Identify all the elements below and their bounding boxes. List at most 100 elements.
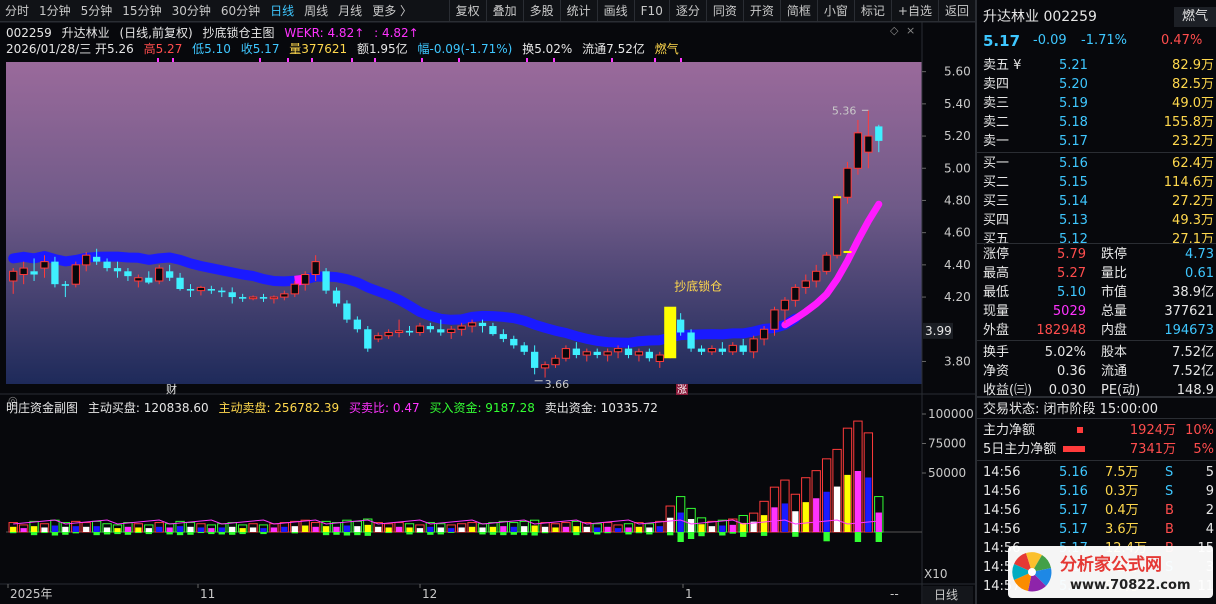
candle[interactable] (843, 161, 852, 204)
change-label: 幅-0.09(-1.71%) (417, 42, 513, 56)
candle[interactable] (687, 329, 695, 352)
stat-value-2: 38.9亿 (1172, 285, 1214, 300)
volume-bar (863, 432, 874, 533)
high-label: 高5.27 (143, 42, 183, 56)
price-tick-label: 4.40 (944, 258, 971, 272)
bid-row: 买三 5.14 27.2万 (977, 192, 1216, 211)
ask-price: 5.18 (1059, 115, 1088, 130)
tick-row: 14:56 5.16 0.3万 S 9 (977, 482, 1216, 501)
panel-sector-tag[interactable]: 燃气 (1173, 7, 1216, 27)
toolbar-button-12[interactable]: +自选 (890, 0, 938, 22)
volume-bar (540, 522, 550, 534)
signal-label: 抄底锁仓 (674, 279, 722, 294)
toolbar-button-11[interactable]: 标记 (853, 0, 891, 22)
ask-price: 5.17 (1059, 134, 1088, 149)
volume-bar (383, 523, 394, 534)
candle[interactable] (343, 300, 351, 323)
volume-bar (39, 523, 50, 534)
volume-bar (456, 523, 467, 533)
toolbar-button-5[interactable]: F10 (633, 0, 669, 22)
period-tab-8[interactable]: 月线 (333, 0, 367, 22)
tick-price: 5.16 (1059, 465, 1088, 480)
flow-pct: 10% (1185, 423, 1214, 438)
price-tick-label: 4.60 (944, 226, 971, 240)
max-price-label: 5.36 (832, 104, 857, 117)
tick-volume: 0.4万 (1105, 503, 1139, 518)
stat-label-2: 内盘 (1101, 323, 1128, 338)
candle[interactable] (71, 261, 80, 288)
toolbar-button-3[interactable]: 统计 (559, 0, 597, 22)
toolbar-button-9[interactable]: 简框 (779, 0, 817, 22)
toolbar-button-6[interactable]: 逐分 (668, 0, 706, 22)
pinwheel-icon (1012, 552, 1052, 592)
stat-value: 5.27 (1057, 266, 1086, 281)
candle[interactable] (822, 251, 831, 275)
period-tab-7[interactable]: 周线 (299, 0, 333, 22)
bid-price: 5.14 (1059, 194, 1088, 209)
low-label: 低5.10 (192, 42, 231, 56)
period-tab-0[interactable]: 分时 (0, 0, 34, 22)
sub-chart-title[interactable]: 明庄资金副图 (6, 401, 78, 415)
period-tab-5[interactable]: 60分钟 (216, 0, 265, 22)
candle[interactable] (364, 326, 372, 352)
toolbar-button-2[interactable]: 多股 (522, 0, 560, 22)
stat-row: 外盘 182948 内盘 194673 (977, 321, 1216, 340)
volume-bar (133, 523, 144, 534)
panel-close-icon[interactable]: × (906, 24, 915, 37)
volume-bar (258, 524, 269, 535)
stock-name: 升达林业 (61, 26, 110, 40)
indicator-name[interactable]: 抄底锁仓主图 (203, 26, 275, 40)
x-axis-end: -- (890, 587, 899, 601)
volume-bar (290, 520, 300, 534)
ask-row: 卖五 ¥ 5.21 82.9万 (977, 56, 1216, 75)
period-tab-3[interactable]: 15分钟 (117, 0, 166, 22)
top-signal-mark (351, 58, 353, 62)
volume-bar (206, 524, 217, 535)
panel-price: 5.17 (983, 32, 1021, 50)
volume-bar (550, 523, 561, 533)
stat-label-2: 量比 (1101, 266, 1128, 281)
ohlc-line: 2026/01/28/三 开5.26 高5.27 低5.10 收5.17 量37… (6, 40, 685, 57)
candle[interactable] (155, 264, 164, 285)
date-label: 2026/01/28/三 (6, 42, 92, 56)
volume-bar (154, 522, 164, 533)
ask-price: 5.21 (1059, 58, 1088, 73)
volume-bar (801, 477, 811, 533)
candle[interactable] (832, 194, 842, 259)
volume-bar (144, 524, 154, 535)
logo-title: 分析家公式网 (1060, 554, 1162, 575)
candle[interactable] (322, 268, 330, 294)
panel-title: 升达林业 002259 燃气 (977, 5, 1216, 29)
toolbar-button-13[interactable]: 返回 (937, 0, 975, 22)
ask-price: 5.20 (1059, 77, 1088, 92)
period-tab-6[interactable]: 日线 (265, 0, 299, 22)
kline-chart[interactable]: 5.60 5.40 5.20 5.00 4.80 4.60 4.40 4.20 3.99 3.80… (0, 22, 975, 604)
panel-settings-icon[interactable]: ◇ (890, 24, 899, 37)
trade-status-row: 交易状态: 闭市阶段 15:00:00 (977, 400, 1216, 419)
top-signal-mark (287, 58, 289, 62)
bid-volume: 49.3万 (1172, 213, 1214, 228)
volume-bar (164, 523, 175, 535)
x-axis-label: 12 (422, 587, 437, 601)
volume-bar (874, 496, 884, 542)
period-tab-9[interactable]: 更多 〉 (367, 0, 417, 22)
ask-label: 卖二 (983, 115, 1010, 130)
wekr-label: WEKR: 4.82↑ (284, 26, 365, 40)
toolbar-button-10[interactable]: 小窗 (816, 0, 854, 22)
top-signal-mark (680, 58, 682, 62)
toolbar-button-8[interactable]: 开资 (742, 0, 780, 22)
volume-bar (602, 522, 613, 534)
period-tab-1[interactable]: 1分钟 (34, 0, 76, 22)
period-tab-4[interactable]: 30分钟 (167, 0, 216, 22)
stat-label-2: 流通 (1101, 364, 1128, 379)
toolbar-button-1[interactable]: 叠加 (485, 0, 523, 22)
chart-area[interactable]: 5.60 5.40 5.20 5.00 4.80 4.60 4.40 4.20 3.99 3.80… (0, 22, 975, 604)
volume-bar (331, 522, 342, 535)
period-tab-2[interactable]: 5分钟 (76, 0, 118, 22)
volume-bar (613, 524, 623, 533)
toolbar-button-4[interactable]: 画线 (596, 0, 634, 22)
top-signal-mark (526, 58, 528, 62)
toolbar-button-0[interactable]: 复权 (448, 0, 486, 22)
ask-row: 卖二 5.18 155.8万 (977, 113, 1216, 132)
toolbar-button-7[interactable]: 同资 (705, 0, 743, 22)
